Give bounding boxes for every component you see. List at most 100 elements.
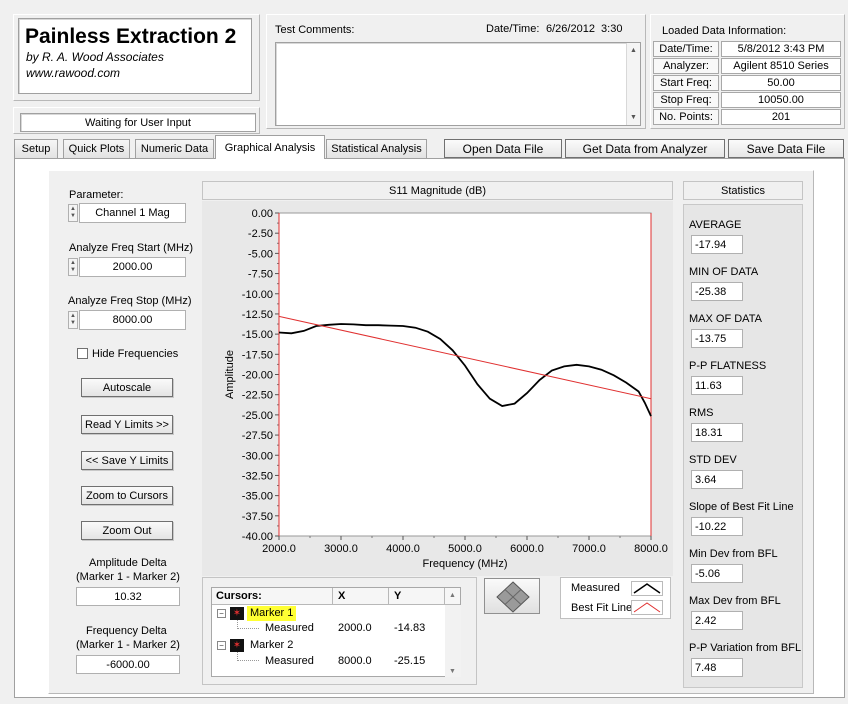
y-axis-label: Amplitude [224, 350, 236, 399]
autoscale-button[interactable]: Autoscale [81, 378, 173, 397]
tab-quick-plots[interactable]: Quick Plots [63, 139, 130, 158]
amplitude-delta-value: 10.32 [76, 587, 180, 606]
info-row: Stop Freq: 10050.00 [653, 92, 843, 109]
analyze-stop-input[interactable]: ▲ ▼ 8000.00 [68, 310, 186, 330]
y-tick-label: -35.00 [242, 491, 273, 503]
hide-frequencies-label[interactable]: Hide Frequencies [92, 348, 178, 360]
parameter-selector[interactable]: ▲ ▼ Channel 1 Mag [68, 203, 186, 223]
analyze-stop-label: Analyze Freq Stop (MHz) [68, 295, 192, 307]
stat-value: 7.48 [691, 658, 743, 677]
cursor-row[interactable]: Marker 1 [247, 606, 297, 621]
y-tick-label: -7.50 [248, 269, 273, 281]
stop-spinner-icon[interactable]: ▲ ▼ [68, 311, 78, 329]
marker-icon: ✶ [230, 639, 244, 652]
tab-statistical-analysis[interactable]: Statistical Analysis [326, 139, 427, 158]
y-tick-label: -37.50 [242, 511, 273, 523]
stat-label: Slope of Best Fit Line [689, 501, 794, 513]
cursor-move-diamond-icon[interactable] [485, 579, 541, 615]
y-tick-label: -30.00 [242, 450, 273, 462]
app-website: www.rawood.com [26, 66, 121, 80]
y-tick-label: -27.50 [242, 430, 273, 442]
get-data-from-analyzer-button[interactable]: Get Data from Analyzer [565, 139, 725, 158]
test-comments-input[interactable]: ▲ ▼ [275, 42, 641, 126]
hide-frequencies-checkbox[interactable] [77, 348, 88, 359]
parameter-spinner-icon[interactable]: ▲ ▼ [68, 204, 78, 222]
y-tick-label: 0.00 [252, 208, 273, 220]
cursor-row-x: 2000.0 [338, 622, 372, 634]
analyze-start-input[interactable]: ▲ ▼ 2000.00 [68, 257, 186, 277]
title-box: Painless Extraction 2 by R. A. Wood Asso… [18, 18, 252, 94]
cursor-row-plot: Measured [265, 622, 314, 634]
stat-label: MAX OF DATA [689, 313, 762, 325]
cursor-header-y: Y [394, 590, 402, 602]
amplitude-delta-label: Amplitude Delta [89, 557, 167, 569]
scroll-up-icon[interactable]: ▲ [449, 592, 456, 599]
legend-measured-swatch [631, 581, 663, 596]
cursor-table[interactable]: Cursors: X Y − ✶ Marker 1 Measured 2000.… [211, 587, 461, 677]
info-row: Date/Time: 5/8/2012 3:43 PM [653, 41, 843, 58]
collapse-icon[interactable]: − [217, 641, 226, 650]
start-spinner-icon[interactable]: ▲ ▼ [68, 258, 78, 276]
tab-graphical-analysis[interactable]: Graphical Analysis [215, 135, 325, 159]
cursor-row[interactable]: Marker 2 [250, 639, 293, 651]
y-tick-label: -17.50 [242, 349, 273, 361]
comments-scrollbar[interactable]: ▲ ▼ [626, 43, 640, 125]
cursor-col-divider [332, 588, 333, 605]
analyze-stop-value: 8000.00 [112, 314, 153, 326]
test-comments-label: Test Comments: [275, 24, 355, 36]
amplitude-delta-sublabel: (Marker 1 - Marker 2) [76, 571, 180, 583]
info-row: No. Points: 201 [653, 109, 843, 126]
save-y-limits-button[interactable]: << Save Y Limits [81, 451, 173, 470]
scroll-down-icon[interactable]: ▼ [449, 668, 456, 675]
x-tick-label: 3000.0 [324, 543, 358, 555]
tree-line [237, 620, 259, 629]
plot-area [278, 212, 652, 537]
legend-measured-label: Measured [571, 582, 620, 594]
cursor-header-x: X [338, 590, 346, 602]
zoom-out-button[interactable]: Zoom Out [81, 521, 173, 540]
plot-legend: Measured Best Fit Line [560, 577, 671, 619]
info-value: Agilent 8510 Series [721, 58, 841, 74]
statistics-title: Statistics [720, 184, 765, 197]
status-text: Waiting for User Input [20, 113, 256, 132]
collapse-icon[interactable]: − [217, 609, 226, 618]
info-value: 201 [721, 109, 841, 125]
stat-value: 18.31 [691, 423, 743, 442]
stat-label: Max Dev from BFL [689, 595, 781, 607]
tab-setup[interactable]: Setup [14, 139, 58, 158]
info-key: No. Points: [653, 109, 719, 125]
cursor-row-y: -25.15 [394, 655, 426, 667]
y-tick-label: -12.50 [242, 309, 273, 321]
stat-value: -25.38 [691, 282, 743, 301]
chart-title-bar: S11 Magnitude (dB) [202, 181, 673, 200]
stat-label: P-P Variation from BFL [689, 642, 802, 654]
x-tick-label: 2000.0 [262, 543, 296, 555]
read-y-limits-button[interactable]: Read Y Limits >> [81, 415, 173, 434]
x-tick-label: 8000.0 [634, 543, 668, 555]
cursor-scrollbar[interactable]: ▲ ▼ [445, 592, 461, 677]
datetime-value: 6/26/2012 3:30 [546, 23, 623, 35]
stat-label: AVERAGE [689, 219, 742, 231]
cursor-col-divider [444, 588, 445, 605]
line-chart[interactable]: 0.00 -2.50 -5.00 -7.50 -10.00 -12.50 -15.00 -17… [202, 201, 673, 576]
parameter-label: Parameter: [69, 189, 124, 201]
info-key: Date/Time: [653, 41, 719, 57]
open-data-file-button[interactable]: Open Data File [444, 139, 562, 158]
cursor-move-pad[interactable] [484, 578, 540, 614]
analyze-start-label: Analyze Freq Start (MHz) [69, 242, 194, 254]
info-key: Start Freq: [653, 75, 719, 91]
save-data-file-button[interactable]: Save Data File [728, 139, 844, 158]
tab-numeric-data[interactable]: Numeric Data [135, 139, 214, 158]
analyze-start-value: 2000.00 [112, 261, 153, 273]
stat-value: -5.06 [691, 564, 743, 583]
y-tick-label: -25.00 [242, 410, 273, 422]
info-value: 10050.00 [721, 92, 841, 108]
scroll-up-icon[interactable]: ▲ [630, 47, 637, 54]
tree-line [237, 652, 259, 661]
scroll-down-icon[interactable]: ▼ [630, 114, 637, 121]
x-tick-label: 7000.0 [572, 543, 606, 555]
chart-title: S11 Magnitude (dB) [388, 184, 487, 197]
zoom-to-cursors-button[interactable]: Zoom to Cursors [81, 486, 173, 505]
info-key: Analyzer: [653, 58, 719, 74]
cursor-col-divider [388, 588, 389, 605]
